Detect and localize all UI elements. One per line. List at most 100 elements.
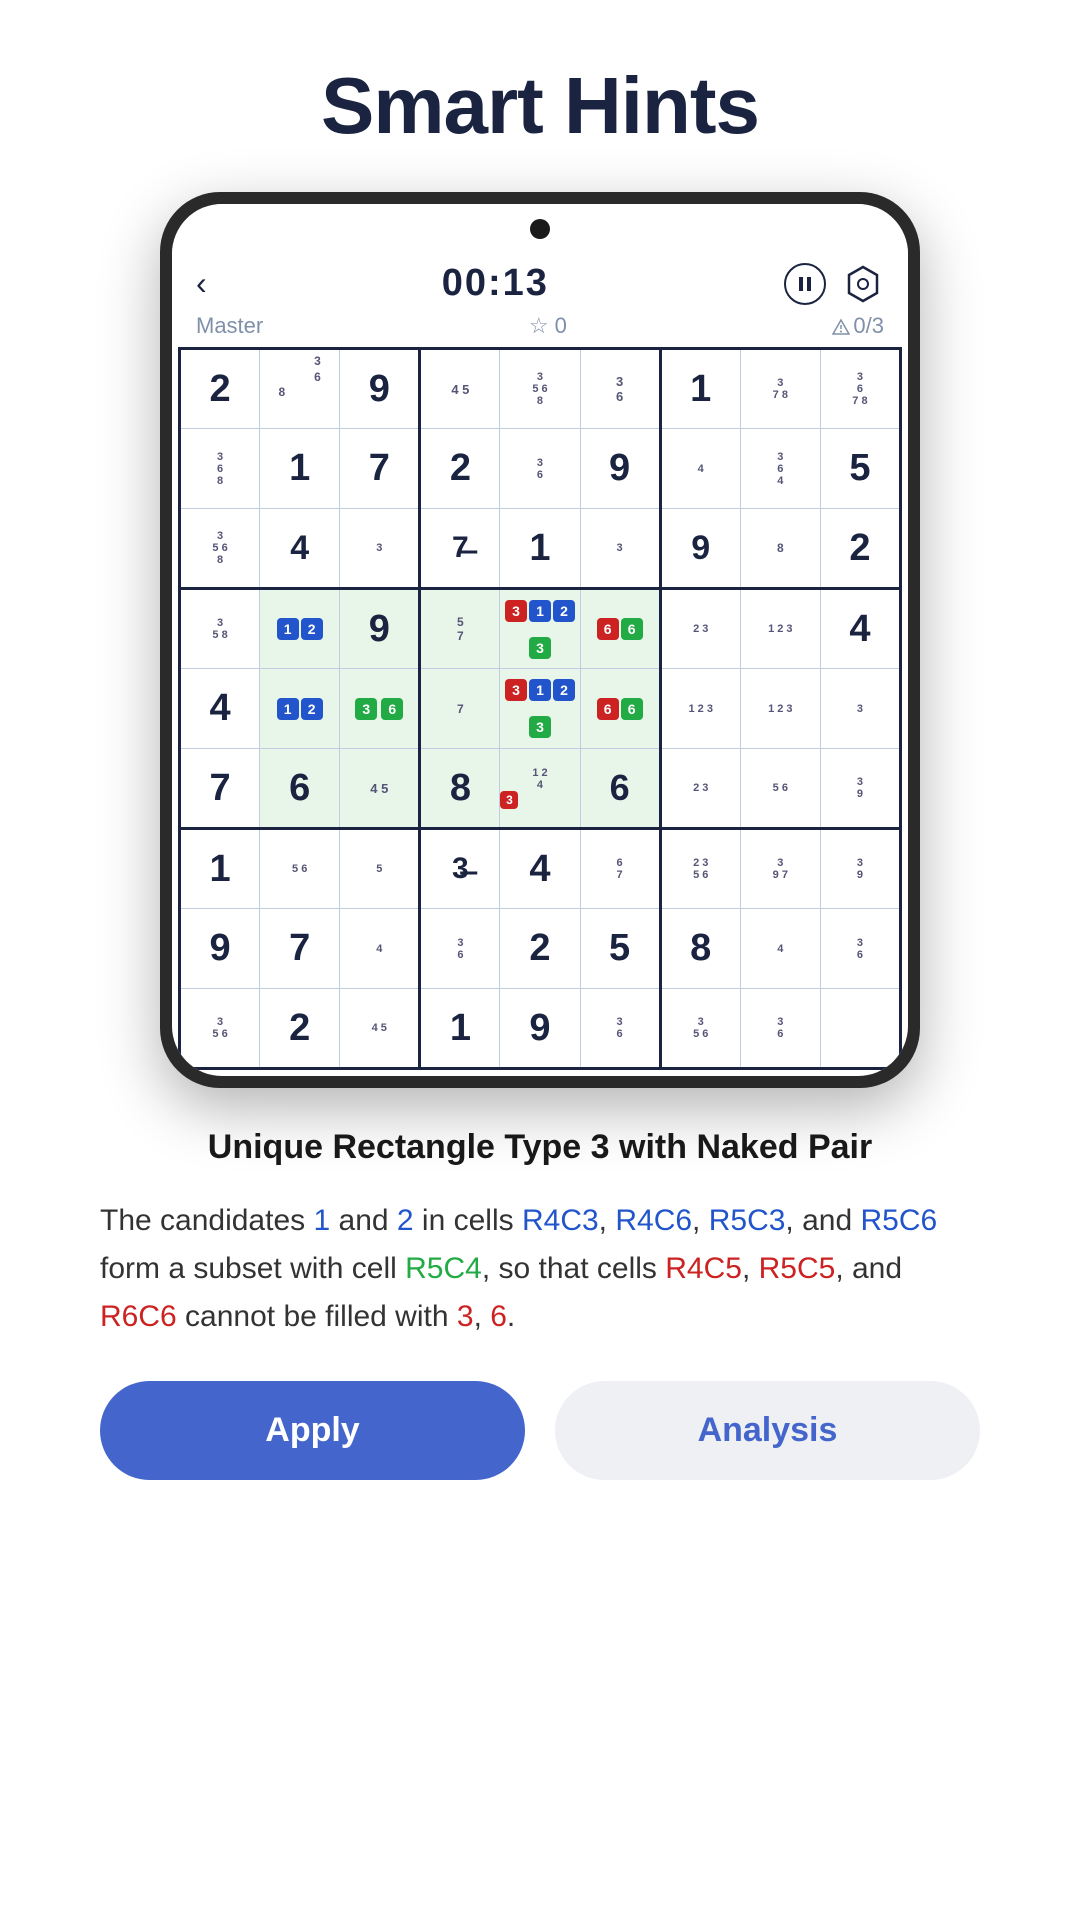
cell-r6c7[interactable]: 39 7 (740, 829, 820, 909)
cell-r3c4[interactable]: 3 1 2 3 (500, 589, 580, 669)
cell-r4c5[interactable]: 6 6 (580, 669, 660, 749)
cell-ref-r6c6: R6C6 (100, 1300, 177, 1333)
cell-ref-r4c6: R4C6 (615, 1204, 692, 1237)
cell-r1c1[interactable]: 1 (260, 429, 340, 509)
cell-r3c8[interactable]: 4 (820, 589, 900, 669)
hint-title: Unique Rectangle Type 3 with Naked Pair (100, 1128, 980, 1167)
cell-r1c6[interactable]: 4 (660, 429, 740, 509)
cell-r7c5[interactable]: 5 (580, 909, 660, 989)
camera (530, 219, 550, 239)
back-button[interactable]: ‹ (196, 265, 207, 302)
cell-r4c6[interactable]: 1 2 3 (660, 669, 740, 749)
cell-r4c8[interactable]: 3 (820, 669, 900, 749)
cell-r2c2[interactable]: 3 (340, 509, 420, 589)
cell-r8c5[interactable]: 36 (580, 989, 660, 1069)
cell-r2c5[interactable]: 3 (580, 509, 660, 589)
cell-r8c2[interactable]: 4 5 (340, 989, 420, 1069)
cell-r8c6[interactable]: 35 6 (660, 989, 740, 1069)
cell-ref-r5c3: R5C3 (709, 1204, 786, 1237)
cell-r0c3[interactable]: 4 5 (420, 349, 500, 429)
cell-r3c0[interactable]: 35 8 (180, 589, 260, 669)
cell-r2c7[interactable]: 8 (740, 509, 820, 589)
star-icon: ☆ (529, 313, 549, 339)
cell-r0c5[interactable]: 36 (580, 349, 660, 429)
cand-1: 1 (313, 1204, 330, 1237)
cell-r8c8[interactable] (820, 989, 900, 1069)
cell-r8c3[interactable]: 1 (420, 989, 500, 1069)
cell-r5c1[interactable]: 6 (260, 749, 340, 829)
cell-r0c7[interactable]: 37 8 (740, 349, 820, 429)
cell-r2c1[interactable]: 4 (260, 509, 340, 589)
cell-r6c1[interactable]: 5 6 (260, 829, 340, 909)
apply-button[interactable]: Apply (100, 1381, 525, 1480)
cell-r2c8[interactable]: 2 (820, 509, 900, 589)
cell-r2c6[interactable]: 9 (660, 509, 740, 589)
cell-r0c2[interactable]: 9 (340, 349, 420, 429)
cell-r1c2[interactable]: 7 (340, 429, 420, 509)
stars-count: 0 (555, 313, 567, 339)
cell-r5c7[interactable]: 5 6 (740, 749, 820, 829)
cell-r3c2[interactable]: 9 (340, 589, 420, 669)
cell-r5c5[interactable]: 6 (580, 749, 660, 829)
cell-r6c5[interactable]: 67 (580, 829, 660, 909)
cell-r0c4[interactable]: 35 68 (500, 349, 580, 429)
cell-r8c0[interactable]: 35 6 (180, 989, 260, 1069)
description-section: Unique Rectangle Type 3 with Naked Pair … (40, 1088, 1040, 1341)
phone-frame: ‹ 00:13 Master (160, 192, 920, 1088)
cell-r0c6[interactable]: 1 (660, 349, 740, 429)
cell-r5c4[interactable]: 1 2 4 3 (500, 749, 580, 829)
cell-r4c0[interactable]: 4 (180, 669, 260, 749)
cell-r6c0[interactable]: 1 (180, 829, 260, 909)
cell-r4c7[interactable]: 1 2 3 (740, 669, 820, 749)
cell-r5c6[interactable]: 2 3 (660, 749, 740, 829)
cell-r2c4[interactable]: 1 (500, 509, 580, 589)
cell-r5c2[interactable]: 4 5 (340, 749, 420, 829)
cell-r7c4[interactable]: 2 (500, 909, 580, 989)
cell-r1c5[interactable]: 9 (580, 429, 660, 509)
cell-r7c3[interactable]: 36 (420, 909, 500, 989)
cell-r4c3[interactable]: 7 (420, 669, 500, 749)
cand-2: 2 (397, 1204, 414, 1237)
cell-r4c4[interactable]: 3 1 2 3 (500, 669, 580, 749)
cell-r3c5[interactable]: 6 6 (580, 589, 660, 669)
elim-3: 3 (457, 1300, 474, 1333)
cell-r7c0[interactable]: 9 (180, 909, 260, 989)
sudoku-grid: 2 368 9 4 5 35 68 36 1 (178, 347, 902, 1070)
cell-r0c1[interactable]: 368 (260, 349, 340, 429)
cell-r7c6[interactable]: 8 (660, 909, 740, 989)
settings-button[interactable] (842, 263, 884, 305)
cell-r3c3[interactable]: 5 7 (420, 589, 500, 669)
cell-r6c4[interactable]: 4 (500, 829, 580, 909)
cell-r3c7[interactable]: 1 2 3 (740, 589, 820, 669)
cell-r7c1[interactable]: 7 (260, 909, 340, 989)
analysis-button[interactable]: Analysis (555, 1381, 980, 1480)
cell-r7c8[interactable]: 36 (820, 909, 900, 989)
cell-r1c3[interactable]: 2 (420, 429, 500, 509)
cell-r8c1[interactable]: 2 (260, 989, 340, 1069)
cell-r4c1[interactable]: 12 (260, 669, 340, 749)
cell-r3c6[interactable]: 2 3 (660, 589, 740, 669)
cell-r6c3[interactable]: 3̶ (420, 829, 500, 909)
cell-r1c7[interactable]: 364 (740, 429, 820, 509)
cell-ref-r4c3: R4C3 (522, 1204, 599, 1237)
cell-r1c4[interactable]: 36 (500, 429, 580, 509)
pause-button[interactable] (784, 263, 826, 305)
cell-r8c4[interactable]: 9 (500, 989, 580, 1069)
cell-r5c8[interactable]: 39 (820, 749, 900, 829)
cell-r4c2[interactable]: 36 (340, 669, 420, 749)
cell-r2c0[interactable]: 35 68 (180, 509, 260, 589)
cell-r3c1[interactable]: 12 (260, 589, 340, 669)
cell-r5c3[interactable]: 8 (420, 749, 500, 829)
cell-r5c0[interactable]: 7 (180, 749, 260, 829)
cell-r6c8[interactable]: 39 (820, 829, 900, 909)
cell-r0c0[interactable]: 2 (180, 349, 260, 429)
cell-r8c7[interactable]: 36 (740, 989, 820, 1069)
cell-r1c8[interactable]: 5 (820, 429, 900, 509)
cell-r6c6[interactable]: 2 35 6 (660, 829, 740, 909)
cell-r0c8[interactable]: 367 8 (820, 349, 900, 429)
cell-r2c3[interactable]: 7̶ (420, 509, 500, 589)
cell-r7c2[interactable]: 4 (340, 909, 420, 989)
cell-r7c7[interactable]: 4 (740, 909, 820, 989)
cell-r6c2[interactable]: 5 (340, 829, 420, 909)
cell-r1c0[interactable]: 368 (180, 429, 260, 509)
